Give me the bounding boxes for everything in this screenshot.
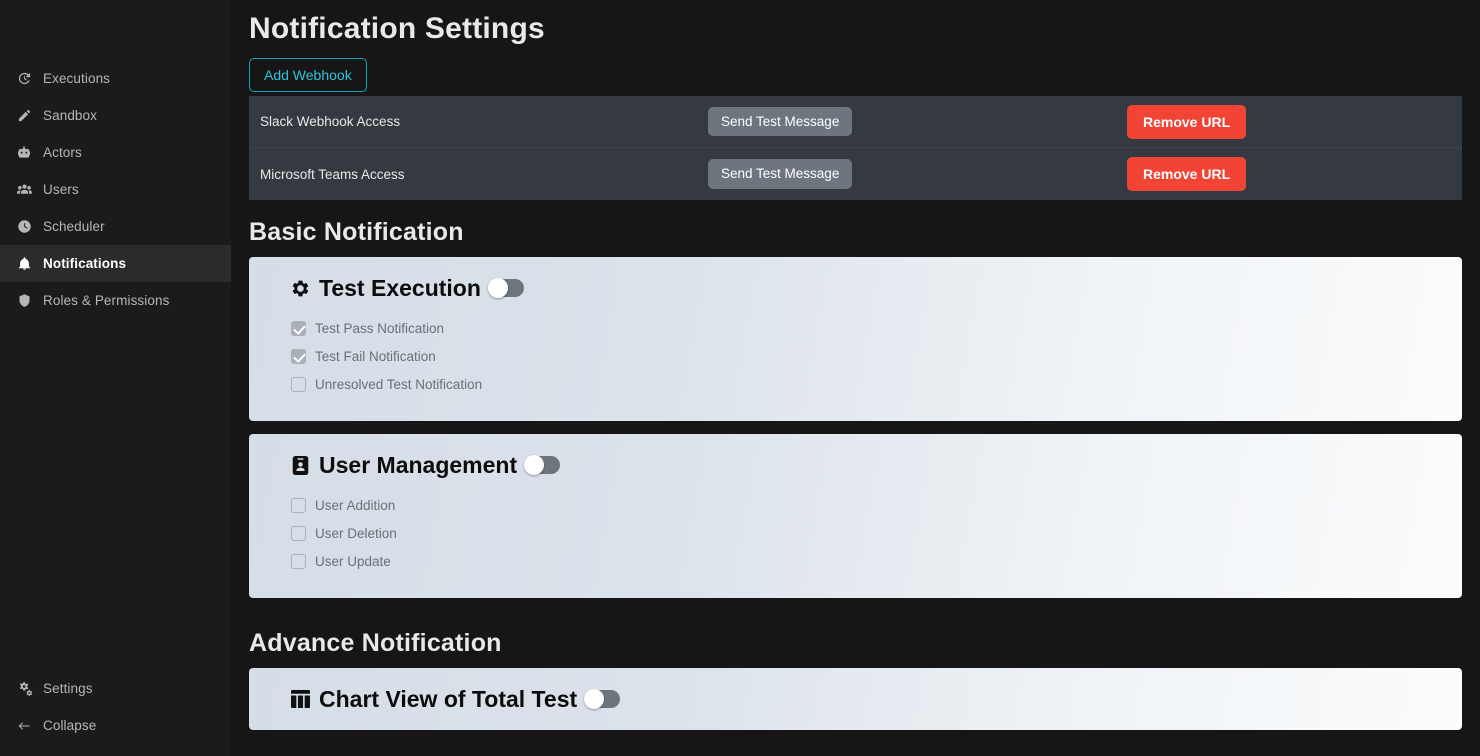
gears-icon (14, 680, 34, 697)
toggle-knob (487, 278, 508, 298)
checkbox-row[interactable]: User Deletion (289, 519, 1462, 547)
webhook-name: Slack Webhook Access (260, 114, 401, 129)
sidebar-item-executions[interactable]: Executions (0, 60, 231, 97)
webhook-name: Microsoft Teams Access (260, 166, 405, 182)
card-header: Test Execution (289, 271, 1462, 305)
sidebar-item-label: Executions (43, 71, 111, 86)
app-root: Executions Sandbox Actors Users Schedule… (0, 0, 1480, 756)
checkbox-row[interactable]: User Addition (289, 491, 1462, 519)
checkbox-input[interactable] (291, 320, 306, 336)
sidebar: Executions Sandbox Actors Users Schedule… (0, 0, 231, 756)
option-list: User Addition User Deletion User Update (289, 482, 1462, 575)
add-webhook-button[interactable]: Add Webhook (249, 58, 367, 92)
robot-icon (14, 145, 34, 161)
card-title: Test Execution (319, 274, 481, 301)
checkbox-label: Unresolved Test Notification (315, 376, 483, 392)
checkbox-row[interactable]: Unresolved Test Notification (289, 370, 1462, 398)
clock-icon (14, 219, 34, 234)
card-test-execution: Test Execution Test Pass Notification Te… (249, 257, 1462, 421)
arrow-left-icon (14, 718, 34, 734)
sidebar-item-sandbox[interactable]: Sandbox (0, 97, 231, 134)
history-icon (14, 71, 34, 86)
sidebar-primary-nav: Executions Sandbox Actors Users Schedule… (0, 0, 231, 319)
sidebar-item-label: Roles & Permissions (43, 293, 170, 308)
checkbox-label: Test Fail Notification (315, 348, 436, 364)
card-title: User Management (319, 451, 518, 478)
sidebar-item-label: Sandbox (43, 108, 97, 123)
checkbox-label: Test Pass Notification (315, 320, 445, 336)
toggle-chart-view[interactable] (584, 689, 621, 709)
checkbox-label: User Addition (315, 497, 396, 513)
webhook-remove-cell: Remove URL (1127, 157, 1462, 191)
toggle-knob (584, 689, 605, 709)
users-icon (14, 181, 34, 198)
sidebar-item-notifications[interactable]: Notifications (0, 245, 231, 282)
sidebar-item-label: Settings (43, 681, 93, 696)
checkbox-row[interactable]: User Update (289, 547, 1462, 575)
sidebar-item-scheduler[interactable]: Scheduler (0, 208, 231, 245)
card-header: User Management (289, 448, 1462, 482)
sidebar-item-actors[interactable]: Actors (0, 134, 231, 171)
toggle-knob (524, 455, 545, 475)
table-row: Slack Webhook Access Send Test Message R… (249, 96, 1462, 148)
webhook-send-cell: Send Test Message (708, 159, 1127, 189)
checkbox-label: User Deletion (315, 525, 397, 541)
webhook-send-cell: Send Test Message (708, 106, 1127, 137)
checkbox-label: User Update (315, 553, 391, 569)
page-title: Notification Settings (249, 12, 545, 45)
sidebar-item-label: Actors (43, 145, 82, 160)
send-test-message-button[interactable]: Send Test Message (708, 159, 853, 189)
table-columns-icon (289, 690, 311, 708)
card-header: Chart View of Total Test (289, 682, 1462, 716)
card-chart-view: Chart View of Total Test (249, 668, 1462, 730)
card-user-management: User Management User Addition User Delet… (249, 434, 1462, 598)
send-test-message-button[interactable]: Send Test Message (708, 106, 853, 137)
id-badge-icon (289, 455, 311, 475)
advance-notification-heading: Advance Notification (249, 629, 502, 657)
sidebar-item-collapse[interactable]: Collapse (0, 707, 231, 744)
remove-url-button[interactable]: Remove URL (1127, 157, 1247, 191)
checkbox-input[interactable] (291, 348, 306, 364)
webhook-table: Slack Webhook Access Send Test Message R… (249, 96, 1462, 200)
main-content: Notification Settings Add Webhook Slack … (231, 0, 1480, 756)
shield-icon (14, 293, 34, 308)
checkbox-input[interactable] (291, 525, 306, 541)
gear-icon (289, 279, 311, 298)
table-row: Microsoft Teams Access Send Test Message… (249, 148, 1462, 200)
checkbox-input[interactable] (291, 553, 306, 569)
sidebar-item-label: Notifications (43, 256, 127, 271)
checkbox-input[interactable] (291, 376, 306, 392)
bell-icon (14, 256, 34, 271)
option-list: Test Pass Notification Test Fail Notific… (289, 305, 1462, 398)
sidebar-item-settings[interactable]: Settings (0, 670, 231, 707)
webhook-remove-cell: Remove URL (1127, 104, 1462, 139)
sidebar-item-label: Collapse (43, 718, 97, 733)
sidebar-item-label: Users (43, 182, 79, 197)
basic-notification-heading: Basic Notification (249, 218, 464, 246)
toggle-user-management[interactable] (524, 455, 561, 475)
remove-url-button[interactable]: Remove URL (1127, 104, 1247, 139)
sidebar-item-users[interactable]: Users (0, 171, 231, 208)
checkbox-row[interactable]: Test Pass Notification (289, 314, 1462, 342)
sidebar-item-roles-permissions[interactable]: Roles & Permissions (0, 282, 231, 319)
pencil-icon (14, 108, 34, 123)
sidebar-item-label: Scheduler (43, 219, 105, 234)
toggle-test-execution[interactable] (487, 278, 524, 298)
sidebar-secondary-nav: Settings Collapse (0, 670, 231, 756)
card-title: Chart View of Total Test (319, 685, 578, 712)
checkbox-input[interactable] (291, 497, 306, 513)
checkbox-row[interactable]: Test Fail Notification (289, 342, 1462, 370)
